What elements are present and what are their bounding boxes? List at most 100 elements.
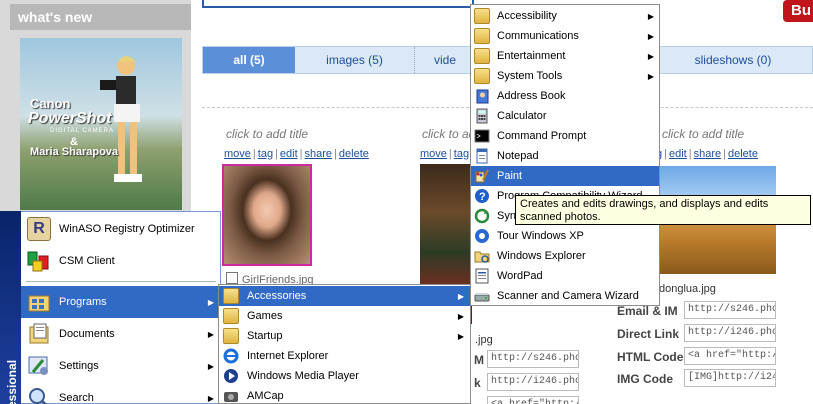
submenu-arrow-icon: ▶ <box>647 51 654 61</box>
accessories-item-label: Entertainment <box>497 50 566 62</box>
address-book-icon <box>474 88 490 104</box>
email-im-label: Email & IM <box>617 304 678 318</box>
start-item-documents[interactable]: Documents ▶ <box>21 318 219 350</box>
share-link[interactable]: share <box>694 148 722 160</box>
promo-banner-image[interactable]: Canon PowerShot DIGITAL CAMERA & Maria S… <box>20 38 182 210</box>
start-item-programs[interactable]: Programs ▶ <box>21 286 219 318</box>
programs-item-games[interactable]: Games ▶ <box>219 306 470 326</box>
start-item-settings[interactable]: Settings ▶ <box>21 350 219 382</box>
accessories-item-label: Calculator <box>497 110 547 122</box>
documents-icon <box>27 322 51 346</box>
program-group-folder-icon <box>474 8 490 24</box>
accessories-item-command-prompt[interactable]: Command Prompt <box>471 126 659 146</box>
start-item-label: Documents <box>59 328 115 340</box>
accessories-item-label: Address Book <box>497 90 566 102</box>
program-group-folder-icon <box>223 328 239 344</box>
delete-link[interactable]: delete <box>339 148 369 160</box>
accessories-item-accessibility[interactable]: Accessibility ▶ <box>471 6 659 26</box>
internet-explorer-icon <box>223 348 239 364</box>
submenu-arrow-icon: ▶ <box>647 11 654 21</box>
start-item-winaso[interactable]: R WinASO Registry Optimizer <box>21 213 219 245</box>
synchronize-icon <box>474 208 490 224</box>
email-im-field[interactable]: http://s246.photobu <box>684 301 776 319</box>
start-item-label: Programs <box>59 296 107 308</box>
start-item-label: Settings <box>59 360 99 372</box>
select-checkbox[interactable] <box>226 272 238 284</box>
move-link[interactable]: move <box>224 148 251 160</box>
start-item-label: CSM Client <box>59 255 115 267</box>
move-link[interactable]: move <box>420 148 447 160</box>
submenu-arrow-icon: ▶ <box>207 393 214 403</box>
programs-item-media-player[interactable]: Windows Media Player <box>219 366 470 386</box>
programs-item-label: Internet Explorer <box>247 350 329 362</box>
whats-new-heading: what's new <box>10 4 191 30</box>
link-field[interactable]: http://i246.photob <box>487 373 579 391</box>
promo-brand-line2: PowerShot <box>28 110 112 127</box>
accessories-item-label: WordPad <box>497 270 543 282</box>
programs-item-amcap[interactable]: AMCap <box>219 386 470 404</box>
tab-all[interactable]: all (5) <box>203 47 295 73</box>
item-actions: move | tag | edit | share | delete <box>224 148 369 160</box>
tab-images[interactable]: images (5) <box>295 47 415 73</box>
item-title[interactable]: click to add title <box>226 127 308 141</box>
program-group-folder-icon <box>223 308 239 324</box>
accessories-item-label: Communications <box>497 30 579 42</box>
accessories-item-label: Paint <box>497 170 523 182</box>
registry-optimizer-icon: R <box>27 217 51 241</box>
start-item-csm-client[interactable]: CSM Client <box>21 245 219 277</box>
programs-item-accessories[interactable]: Accessories ▶ <box>219 286 470 306</box>
delete-link[interactable]: delete <box>728 148 758 160</box>
accessories-item-label: System Tools <box>497 70 563 82</box>
programs-item-internet-explorer[interactable]: Internet Explorer <box>219 346 470 366</box>
programs-item-label: Windows Media Player <box>247 370 359 382</box>
start-item-search[interactable]: Search ▶ <box>21 382 219 404</box>
search-icon <box>27 386 51 404</box>
programs-item-label: AMCap <box>247 390 284 402</box>
photo-thumbnail[interactable] <box>222 164 312 266</box>
start-menu-sidebar-text: essional <box>5 359 19 404</box>
accessories-item-wordpad[interactable]: WordPad <box>471 266 659 286</box>
accessories-item-communications[interactable]: Communications ▶ <box>471 26 659 46</box>
accessories-item-tour-xp[interactable]: Tour Windows XP <box>471 226 659 246</box>
accessories-item-scanner-wizard[interactable]: Scanner and Camera Wizard <box>471 286 659 306</box>
promo-brand-line3: DIGITAL CAMERA <box>50 128 115 134</box>
tab-videos[interactable]: vide <box>415 47 475 73</box>
edit-link[interactable]: edit <box>280 148 298 160</box>
program-group-folder-icon <box>474 68 490 84</box>
wordpad-icon <box>474 268 490 284</box>
share-link[interactable]: share <box>305 148 333 160</box>
tab-slideshows[interactable]: slideshows (0) <box>655 47 810 73</box>
accessories-item-calculator[interactable]: Calculator <box>471 106 659 126</box>
tag-link[interactable]: tag <box>258 148 273 160</box>
link-field[interactable]: http://s246.photobu <box>487 350 579 368</box>
edit-link[interactable]: edit <box>669 148 687 160</box>
accessories-item-paint[interactable]: Paint <box>471 166 659 186</box>
link-field[interactable]: <a href="http://s2 <box>487 396 579 404</box>
html-code-field[interactable]: <a href="http://s246 <box>684 347 776 365</box>
direct-link-field[interactable]: http://i246.photobu <box>684 324 776 342</box>
accessories-item-system-tools[interactable]: System Tools ▶ <box>471 66 659 86</box>
programs-folder-icon <box>27 290 51 314</box>
programs-item-label: Startup <box>247 330 283 342</box>
help-wizard-icon: ? <box>474 188 490 204</box>
item-actions: move | tag <box>420 148 470 160</box>
accessories-item-label: Scanner and Camera Wizard <box>497 290 639 302</box>
media-player-icon <box>223 368 239 384</box>
submenu-arrow-icon: ▶ <box>207 329 214 339</box>
img-code-field[interactable]: [IMG]http://i246.photob <box>684 369 776 387</box>
item-title[interactable]: click to add title <box>662 127 744 141</box>
programs-item-label: Games <box>247 310 283 322</box>
tag-link[interactable]: tag <box>454 148 469 160</box>
accessories-item-address-book[interactable]: Address Book <box>471 86 659 106</box>
buy-button[interactable]: Bu <box>783 0 813 22</box>
direct-link-label: Direct Link <box>617 327 680 341</box>
promo-brand-line1: Canon <box>30 96 71 111</box>
accessories-item-notepad[interactable]: Notepad <box>471 146 659 166</box>
accessories-item-windows-explorer[interactable]: Windows Explorer <box>471 246 659 266</box>
accessories-item-entertainment[interactable]: Entertainment ▶ <box>471 46 659 66</box>
submenu-arrow-icon: ▶ <box>457 291 464 301</box>
programs-item-startup[interactable]: Startup ▶ <box>219 326 470 346</box>
start-item-label: Search <box>59 392 94 404</box>
link-label: M <box>474 353 484 367</box>
photo-filename: donglua.jpg <box>659 283 716 295</box>
